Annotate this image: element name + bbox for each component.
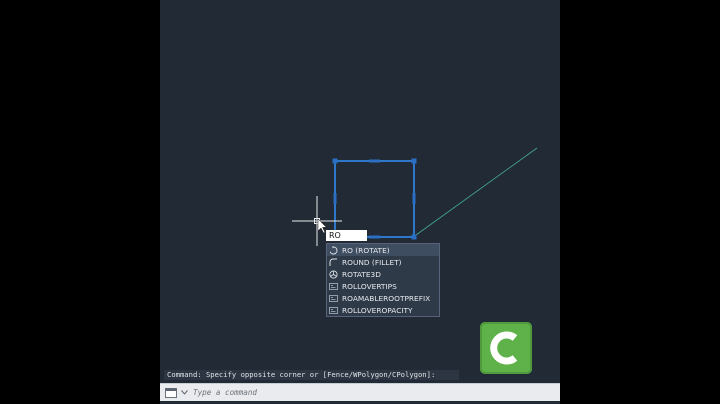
- autocomplete-item-rotate[interactable]: RO (ROTATE): [327, 244, 439, 256]
- chevron-down-icon[interactable]: [179, 386, 189, 399]
- autocomplete-item-rotate3d[interactable]: ROTATE3D: [327, 268, 439, 280]
- grip-corner-tr: [411, 158, 417, 164]
- autocomplete-item-label: ROUND (FILLET): [342, 257, 402, 267]
- system-variable-icon: [329, 282, 338, 291]
- autocomplete-item-rollovertips[interactable]: ROLLOVERTIPS: [327, 280, 439, 292]
- system-variable-icon: [329, 306, 338, 315]
- command-line: [160, 383, 560, 401]
- rotate-icon: [329, 245, 338, 255]
- grip-mid-top: [369, 159, 380, 163]
- autocomplete-item-label: ROAMABLEROOTPREFIX: [342, 293, 431, 303]
- system-variable-icon: [329, 294, 338, 303]
- autocomplete-item-label: ROLLOVERTIPS: [342, 281, 397, 291]
- autocomplete-item-fillet[interactable]: ROUND (FILLET): [327, 256, 439, 268]
- letterbox-right: [560, 0, 720, 404]
- command-input[interactable]: [189, 388, 493, 397]
- dynamic-input-field[interactable]: RO: [326, 230, 367, 241]
- grip-mid-right: [412, 193, 416, 204]
- grip-corner-tl: [332, 158, 338, 164]
- autocomplete-item-label: ROTATE3D: [342, 269, 381, 279]
- camtasia-logo: [480, 322, 532, 374]
- autocomplete-item-rolloveropacity[interactable]: ROLLOVEROPACITY: [327, 304, 439, 316]
- grip-mid-left: [333, 193, 337, 204]
- autocomplete-item-label: ROLLOVEROPACITY: [342, 305, 413, 315]
- grips[interactable]: [332, 158, 417, 240]
- autocomplete-item-label: RO (ROTATE): [342, 245, 390, 255]
- grip-mid-bottom: [369, 235, 380, 239]
- command-customize-icon[interactable]: [163, 386, 179, 399]
- line-entity[interactable]: [415, 147, 538, 236]
- command-history: Command: Specify opposite corner or [Fen…: [164, 370, 459, 380]
- letterbox-left: [0, 0, 160, 404]
- autocomplete-item-roamablerootprefix[interactable]: ROAMABLEROOTPREFIX: [327, 292, 439, 304]
- selected-rectangle[interactable]: [334, 160, 415, 238]
- autocomplete-list: RO (ROTATE) ROUND (FILLET) ROTATE3D ROLL…: [326, 243, 440, 317]
- rotate3d-icon: [329, 269, 338, 279]
- grip-corner-br: [411, 234, 417, 240]
- fillet-icon: [329, 258, 338, 267]
